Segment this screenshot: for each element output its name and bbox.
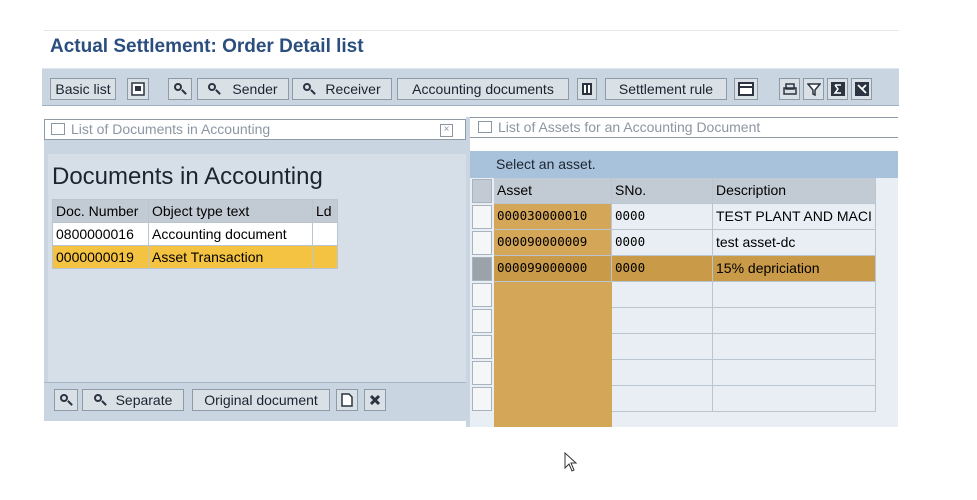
table-row-selected[interactable]: 0000000019 Asset Transaction	[52, 245, 338, 269]
asset-cell[interactable]: 000090000009	[494, 230, 612, 256]
empty-cell[interactable]	[713, 334, 876, 360]
original-document-button[interactable]: Original document	[192, 389, 330, 411]
empty-cell[interactable]	[612, 386, 713, 412]
popup-button-bar: Separate Original document	[44, 382, 468, 419]
separate-button-label: Separate	[115, 392, 173, 408]
find-icon-receiver	[303, 83, 315, 95]
sno-cell[interactable]: 0000	[612, 230, 713, 256]
find-next-icon	[208, 83, 220, 95]
empty-cell[interactable]	[612, 334, 713, 360]
accounting-documents-button[interactable]: Accounting documents	[397, 78, 569, 100]
header-divider	[44, 30, 899, 31]
empty-cell[interactable]	[612, 360, 713, 386]
empty-cell[interactable]	[612, 282, 713, 308]
row-selector[interactable]	[472, 309, 492, 333]
empty-cell[interactable]	[713, 282, 876, 308]
popup-icon	[51, 123, 65, 135]
row-selector[interactable]	[472, 231, 492, 255]
print-icon[interactable]	[779, 78, 800, 100]
select-all-cell[interactable]	[472, 179, 492, 203]
column-header-ld[interactable]: Ld	[312, 199, 338, 223]
column-header-asset[interactable]: Asset	[494, 178, 612, 204]
subtotal-icon[interactable]	[851, 78, 872, 100]
asset-cell[interactable]: 000030000010	[494, 204, 612, 230]
popup-icon	[478, 121, 492, 133]
popup-title: List of Documents in Accounting	[71, 121, 271, 137]
layout-icon[interactable]	[577, 78, 597, 100]
table-row[interactable]: 0800000016 Accounting document	[52, 222, 338, 246]
assets-table: Asset SNo. Description 000030000010 0000…	[470, 178, 898, 427]
receiver-button[interactable]: Receiver	[292, 78, 392, 100]
description-cell[interactable]: test asset-dc	[713, 230, 876, 256]
doc-number-cell[interactable]: 0000000019	[52, 245, 149, 269]
sender-button[interactable]: Sender	[197, 78, 289, 100]
application-toolbar: Basic list Sender Receiver Accounting do…	[42, 68, 899, 106]
row-selector-selected[interactable]	[472, 257, 492, 281]
basic-list-button[interactable]: Basic list	[50, 78, 116, 100]
find-icon[interactable]	[54, 389, 78, 411]
cancel-icon[interactable]	[364, 389, 386, 411]
sum-icon[interactable]	[827, 78, 848, 100]
instruction-text: Select an asset.	[470, 151, 898, 178]
description-cell[interactable]: TEST PLANT AND MACI	[713, 204, 876, 230]
table-header-row: Doc. Number Object type text Ld	[52, 199, 338, 223]
sender-button-label: Sender	[232, 81, 278, 97]
doc-number-cell[interactable]: 0800000016	[52, 222, 149, 246]
save-list-icon[interactable]	[127, 78, 149, 100]
column-header-object-type[interactable]: Object type text	[148, 199, 313, 223]
column-header-description[interactable]: Description	[713, 178, 876, 204]
close-icon[interactable]: ×	[440, 124, 453, 137]
row-selector[interactable]	[472, 335, 492, 359]
receiver-button-label: Receiver	[325, 81, 381, 97]
sno-cell[interactable]: 0000	[612, 256, 713, 282]
popup-title-bar: List of Documents in Accounting ×	[44, 119, 466, 140]
row-selector[interactable]	[472, 387, 492, 411]
page-title: Actual Settlement: Order Detail list	[50, 36, 364, 57]
list-heading: Documents in Accounting	[52, 163, 323, 190]
filter-icon[interactable]	[803, 78, 824, 100]
row-selector[interactable]	[472, 205, 492, 229]
find-icon[interactable]	[168, 78, 192, 100]
empty-cell[interactable]	[713, 386, 876, 412]
sno-cell[interactable]: 0000	[612, 204, 713, 230]
object-type-cell[interactable]: Accounting document	[148, 222, 313, 246]
empty-cell[interactable]	[612, 308, 713, 334]
find-next-icon	[93, 394, 106, 406]
row-selector[interactable]	[472, 361, 492, 385]
empty-cell[interactable]	[713, 360, 876, 386]
documents-in-accounting-popup: List of Documents in Accounting × Docume…	[44, 119, 468, 421]
column-header-sno[interactable]: SNo.	[612, 178, 713, 204]
ld-cell[interactable]	[312, 245, 338, 269]
table-icon[interactable]	[734, 78, 758, 100]
asset-cell[interactable]: 000099000000	[494, 256, 612, 282]
mouse-cursor-icon	[564, 452, 578, 472]
popup-title-bar: List of Assets for an Accounting Documen…	[470, 117, 898, 138]
documents-table: Doc. Number Object type text Ld 08000000…	[52, 199, 338, 269]
print-icon[interactable]	[336, 389, 358, 411]
column-header-doc-number[interactable]: Doc. Number	[52, 199, 149, 223]
description-cell[interactable]: 15% depriciation	[713, 256, 876, 282]
settlement-rule-button[interactable]: Settlement rule	[605, 78, 727, 100]
splitter[interactable]	[466, 117, 470, 427]
separate-button[interactable]: Separate	[82, 389, 184, 411]
empty-cell[interactable]	[713, 308, 876, 334]
ld-cell[interactable]	[312, 222, 338, 246]
row-selector[interactable]	[472, 283, 492, 307]
object-type-cell[interactable]: Asset Transaction	[148, 245, 313, 269]
assets-list-popup: List of Assets for an Accounting Documen…	[466, 117, 898, 427]
popup-title: List of Assets for an Accounting Documen…	[498, 119, 761, 135]
